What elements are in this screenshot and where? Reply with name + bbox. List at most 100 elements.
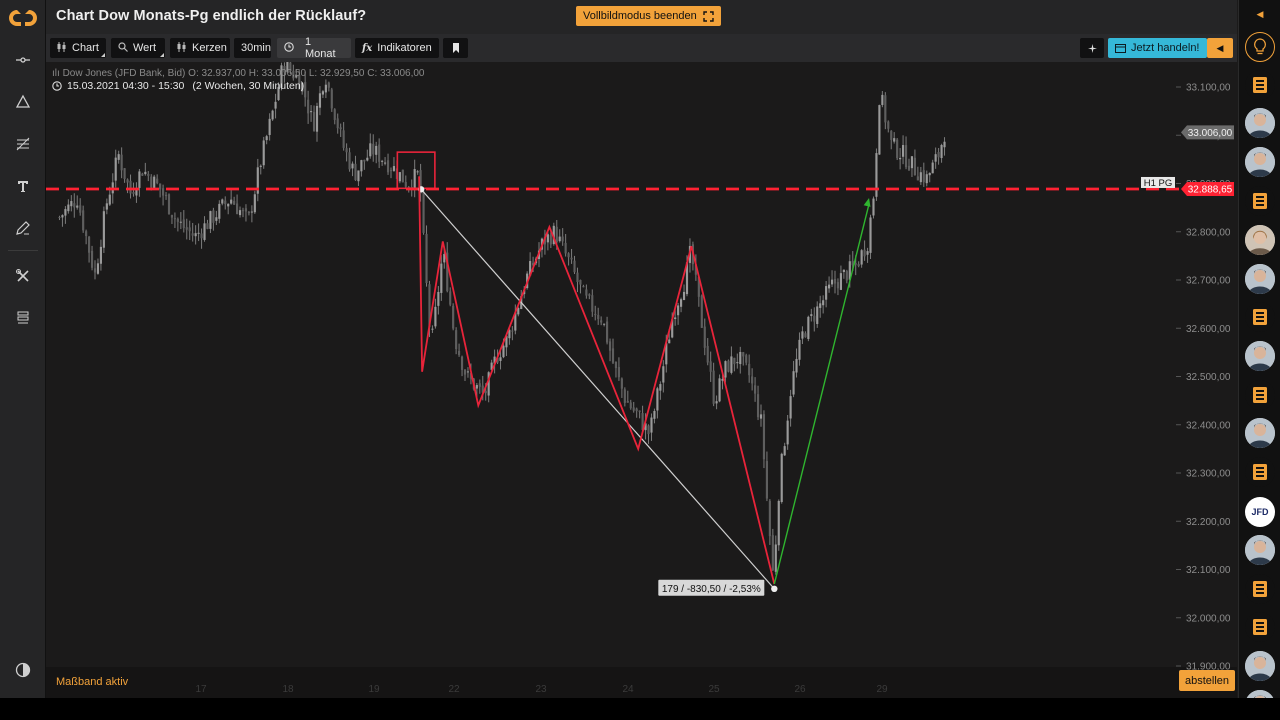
candle-body (730, 356, 733, 373)
candle-body (484, 390, 487, 394)
news-item-icon[interactable] (1245, 302, 1275, 332)
author-avatar[interactable] (1245, 418, 1275, 448)
trade-now-button[interactable]: Jetzt handeln! (1108, 38, 1207, 58)
candle-body (680, 299, 683, 307)
candle-body (265, 136, 268, 141)
candle-body (262, 140, 265, 166)
brand-logo[interactable] (7, 6, 39, 30)
last-price-label: 33.006,00 (1188, 128, 1233, 139)
candle-body (88, 236, 91, 253)
horizontal-line-tool-icon[interactable] (9, 46, 37, 74)
candle-body (937, 151, 940, 158)
tools-icon[interactable] (9, 262, 37, 290)
candle-body (437, 291, 440, 306)
candle-body (591, 295, 594, 312)
candle-body (934, 154, 937, 162)
candle-body (85, 231, 88, 237)
author-avatar[interactable] (1245, 535, 1275, 565)
bookmark-button[interactable] (443, 38, 468, 58)
candle-body (188, 227, 191, 232)
caret-left-icon: ◀ (1216, 42, 1224, 53)
candle-body (167, 194, 171, 215)
candle-body (156, 178, 159, 184)
range-label: 1 Monat (305, 36, 336, 60)
author-avatar[interactable] (1245, 341, 1275, 371)
candle-body (733, 357, 736, 365)
interval-button[interactable]: 30min (234, 38, 271, 58)
candle-body (176, 218, 179, 222)
news-item-icon[interactable] (1245, 70, 1275, 100)
candles-label: Kerzen (192, 42, 227, 54)
candle-body (348, 152, 351, 170)
candle-body (351, 163, 354, 169)
candle-body (588, 294, 591, 296)
news-item-icon[interactable] (1245, 612, 1275, 642)
jfd-broker-logo[interactable]: JFD (1245, 497, 1275, 527)
candle-body (70, 201, 73, 207)
trade-now-label: Jetzt handeln! (1131, 42, 1200, 54)
range-button[interactable]: 1 Monat (277, 36, 351, 60)
card-icon (1115, 43, 1126, 53)
candle-body (564, 242, 567, 254)
candle-body (455, 330, 458, 350)
candle-body (79, 205, 82, 213)
candle-body (902, 145, 905, 157)
auto-analysis-button[interactable] (1080, 38, 1104, 58)
abstellen-button[interactable]: abstellen (1179, 670, 1236, 691)
chart-type-button[interactable]: Chart (50, 38, 106, 58)
candle-body (682, 291, 686, 301)
news-item-icon[interactable] (1245, 380, 1275, 410)
author-avatar[interactable] (1245, 147, 1275, 177)
author-avatar[interactable] (1245, 264, 1275, 294)
pencil-tool-icon[interactable] (9, 214, 37, 242)
y-tick-label: 32.400,00 (1186, 420, 1231, 431)
candle-body (887, 121, 890, 129)
fullscreen-icon (703, 10, 714, 22)
plot-background (46, 62, 1181, 667)
candle-body (751, 376, 754, 384)
candle-body (626, 400, 629, 403)
fibonacci-tool-icon[interactable] (9, 130, 37, 158)
expand-sidebar-button[interactable]: ◀ (1239, 0, 1280, 28)
candle-body (931, 162, 934, 174)
author-avatar[interactable] (1245, 225, 1275, 255)
idea-bulb-button[interactable] (1245, 32, 1275, 62)
shape-tool-icon[interactable] (9, 88, 37, 116)
author-avatar[interactable] (1245, 651, 1275, 681)
collapse-panel-button[interactable]: ◀ (1207, 38, 1233, 58)
candle-body (268, 118, 271, 135)
value-label: Wert (133, 42, 157, 54)
chart-area[interactable]: 31.900,00 32.000,00 32.100,00 32.200,00 32.3… (46, 62, 1237, 698)
exit-fullscreen-button[interactable]: Vollbildmodus beenden (576, 6, 721, 26)
theme-toggle-icon[interactable] (9, 656, 37, 684)
header-bar: Chart Dow Monats-Pg endlich der Rücklauf… (46, 0, 1237, 34)
time-range-info: 15.03.2021 04:30 - 15:30 (2 Wochen, 30 M… (52, 80, 304, 92)
candle-body (816, 306, 819, 324)
indicators-button[interactable]: fx Indikatoren (355, 38, 439, 58)
ohlc-info: ılı Dow Jones (JFD Bank, Bid) O: 32.937,… (52, 68, 424, 79)
candle-body (706, 345, 709, 363)
candle-body (58, 216, 61, 218)
price-chart[interactable]: 31.900,0032.000,0032.100,0032.200,0032.3… (46, 62, 1237, 698)
candles-button[interactable]: Kerzen (170, 38, 230, 58)
text-tool-icon[interactable] (9, 172, 37, 200)
candle-body (611, 348, 615, 363)
candles-icon (57, 41, 67, 55)
candle-body (310, 111, 313, 113)
author-avatar[interactable] (1245, 108, 1275, 138)
candle-body (431, 328, 434, 330)
candle-body (259, 165, 262, 167)
candle-body (61, 215, 64, 218)
candle-body (617, 367, 620, 378)
value-search-button[interactable]: Wert (111, 38, 165, 58)
y-tick-label: 32.800,00 (1186, 227, 1231, 238)
candle-body (623, 389, 626, 403)
page-title: Chart Dow Monats-Pg endlich der Rücklauf… (56, 8, 367, 24)
candle-body (759, 414, 763, 419)
news-item-icon[interactable] (1245, 186, 1275, 216)
news-item-icon[interactable] (1245, 457, 1275, 487)
news-item-icon[interactable] (1245, 574, 1275, 604)
open-value: O: 32.937,00 (188, 68, 246, 79)
layers-icon[interactable] (9, 304, 37, 332)
x-tick-label: 29 (876, 684, 888, 695)
